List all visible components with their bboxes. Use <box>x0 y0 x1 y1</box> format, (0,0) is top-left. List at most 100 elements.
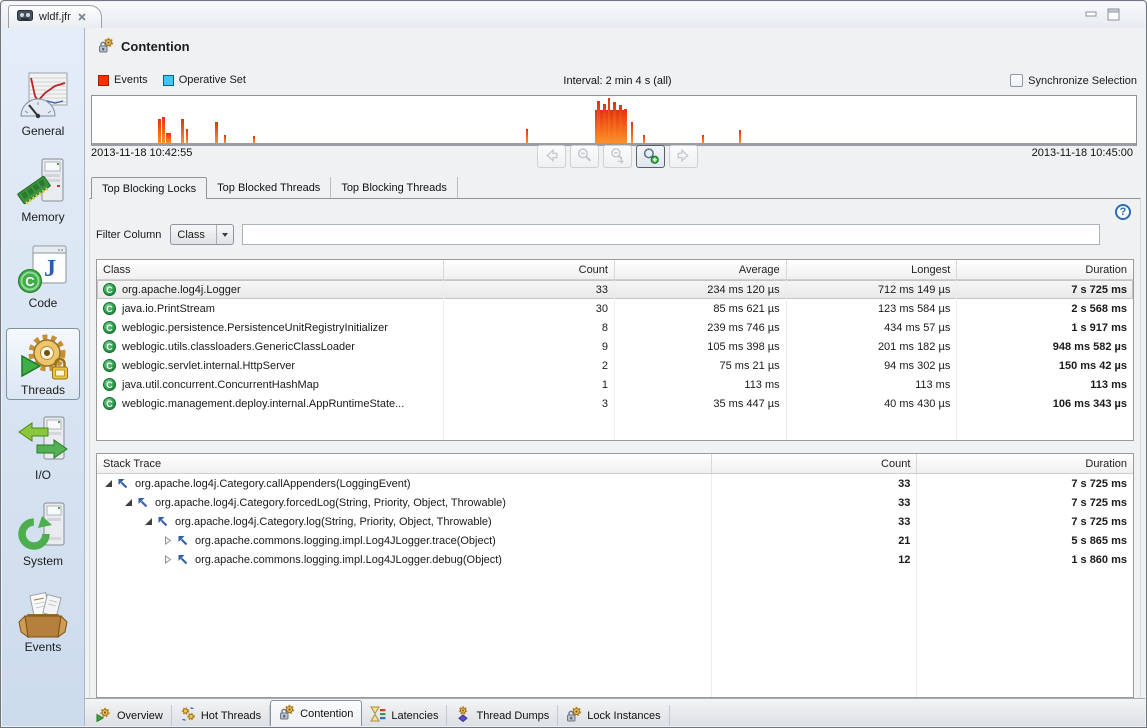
events-icon <box>17 587 69 639</box>
page-title-text: Contention <box>121 39 190 54</box>
average-cell: 85 ms 621 µs <box>615 299 787 318</box>
longest-cell: 94 ms 302 µs <box>787 356 958 375</box>
page-tab-overview[interactable]: Overview <box>88 705 172 726</box>
column-header-count[interactable]: Count <box>444 260 615 279</box>
table-row[interactable]: Cjava.util.concurrent.ConcurrentHashMap … <box>97 375 1133 394</box>
table-row[interactable]: Cweblogic.utils.classloaders.GenericClas… <box>97 337 1133 356</box>
stack-trace-row[interactable]: org.apache.commons.logging.impl.Log4JLog… <box>97 550 1133 569</box>
page-tab-label: Lock Instances <box>587 710 660 722</box>
tab[interactable]: Top Blocked Threads <box>207 177 331 198</box>
sidebar-item-label: Events <box>25 640 62 654</box>
sidebar: General Memory JC Code Threads I/O Syste… <box>2 28 85 726</box>
sidebar-item-system[interactable]: System <box>6 500 80 572</box>
duration-cell: 948 ms 582 µs <box>957 337 1133 356</box>
table-row[interactable]: Cweblogic.servlet.internal.HttpServer 2 … <box>97 356 1133 375</box>
stack-frame-icon <box>117 478 128 489</box>
timeline-chart[interactable] <box>91 95 1137 146</box>
tree-toggle[interactable] <box>103 479 113 488</box>
sidebar-item-code[interactable]: JC Code <box>6 242 80 314</box>
editor-tab-bar: wldf.jfr <box>2 2 1145 29</box>
filter-input[interactable] <box>242 224 1100 245</box>
page-tab-lock-instances[interactable]: Lock Instances <box>558 705 669 726</box>
page-tab-thread-dumps[interactable]: Thread Dumps <box>447 705 558 726</box>
class-name: weblogic.servlet.internal.HttpServer <box>122 360 295 372</box>
editor-tab-wldf[interactable]: wldf.jfr <box>8 5 102 28</box>
stack-frame-icon <box>157 516 168 527</box>
flight-recorder-icon <box>17 10 33 21</box>
table-row[interactable]: Corg.apache.log4j.Logger 33 234 ms 120 µ… <box>97 280 1133 299</box>
zoom-selection-icon <box>609 147 626 164</box>
back-button[interactable] <box>537 145 566 168</box>
duration-cell: 7 s 725 ms <box>957 280 1133 299</box>
tree-toggle[interactable] <box>163 555 173 564</box>
zoom-selection-button[interactable] <box>603 145 632 168</box>
column-header-average[interactable]: Average <box>615 260 787 279</box>
table-row[interactable]: Cweblogic.persistence.PersistenceUnitReg… <box>97 318 1133 337</box>
event-spike <box>526 129 528 143</box>
sidebar-item-events[interactable]: Events <box>6 586 80 658</box>
table-row[interactable]: Cjava.io.PrintStream 30 85 ms 621 µs 123… <box>97 299 1133 318</box>
forward-arrow-icon <box>675 147 692 164</box>
tree-toggle[interactable] <box>143 517 153 526</box>
tree-toggle[interactable] <box>163 536 173 545</box>
event-spike <box>643 135 645 143</box>
locks-table-empty-area <box>97 413 1133 440</box>
event-spike <box>739 130 741 143</box>
zoom-out-icon <box>576 147 593 164</box>
column-header-stack-trace[interactable]: Stack Trace <box>97 454 712 473</box>
stack-trace-row[interactable]: org.apache.log4j.Category.forcedLog(Stri… <box>97 493 1133 512</box>
frame-name: org.apache.commons.logging.impl.Log4JLog… <box>195 554 502 566</box>
tab[interactable]: Top Blocking Locks <box>91 177 207 199</box>
stack-trace-row[interactable]: org.apache.commons.logging.impl.Log4JLog… <box>97 531 1133 550</box>
page-tab-bar: Overview Hot Threads Contention Latencie… <box>85 698 1145 726</box>
average-cell: 35 ms 447 µs <box>615 394 787 413</box>
close-icon[interactable] <box>77 12 87 22</box>
class-name: weblogic.utils.classloaders.GenericClass… <box>122 341 355 353</box>
stack-table-empty-area <box>97 569 1133 697</box>
page-tab-hot-threads[interactable]: Hot Threads <box>172 705 270 726</box>
table-row[interactable]: Cweblogic.management.deploy.internal.App… <box>97 394 1133 413</box>
column-header-class[interactable]: Class <box>97 260 444 279</box>
zoom-out-button[interactable] <box>570 145 599 168</box>
column-header-stack-count[interactable]: Count <box>712 454 918 473</box>
sidebar-item-i-o[interactable]: I/O <box>6 414 80 486</box>
column-header-stack-duration[interactable]: Duration <box>917 454 1133 473</box>
synchronize-selection[interactable]: Synchronize Selection <box>1010 74 1137 87</box>
filter-row: Filter Column Class <box>96 224 1100 245</box>
tab[interactable]: Top Blocking Threads <box>331 177 458 198</box>
back-arrow-icon <box>543 147 560 164</box>
overview-icon <box>96 706 112 722</box>
column-header-longest[interactable]: Longest <box>787 260 958 279</box>
stack-trace-row[interactable]: org.apache.log4j.Category.callAppenders(… <box>97 474 1133 493</box>
column-header-duration[interactable]: Duration <box>957 260 1133 279</box>
stack-frame-icon <box>177 535 188 546</box>
synchronize-selection-checkbox[interactable] <box>1010 74 1023 87</box>
zoom-in-button[interactable] <box>636 145 665 168</box>
event-spike <box>253 136 255 143</box>
maximize-button[interactable] <box>1106 8 1121 21</box>
stack-count-cell: 33 <box>712 474 918 493</box>
thread-dumps-icon <box>455 706 471 722</box>
event-spike <box>603 104 606 143</box>
minimize-button[interactable] <box>1084 8 1099 21</box>
sidebar-item-memory[interactable]: Memory <box>6 156 80 228</box>
tab-label: Top Blocking Threads <box>341 182 447 194</box>
class-name: weblogic.management.deploy.internal.AppR… <box>122 398 404 410</box>
sidebar-item-general[interactable]: General <box>6 70 80 142</box>
forward-button[interactable] <box>669 145 698 168</box>
class-icon: C <box>103 321 116 334</box>
sidebar-item-threads[interactable]: Threads <box>6 328 80 400</box>
page-tab-contention[interactable]: Contention <box>270 700 362 726</box>
count-cell: 33 <box>444 280 615 299</box>
class-name: java.util.concurrent.ConcurrentHashMap <box>122 379 319 391</box>
page-tab-latencies[interactable]: Latencies <box>362 705 447 726</box>
average-cell: 239 ms 746 µs <box>615 318 787 337</box>
stack-duration-cell: 7 s 725 ms <box>917 493 1133 512</box>
filter-column-dropdown[interactable]: Class <box>170 224 234 245</box>
average-cell: 75 ms 21 µs <box>615 356 787 375</box>
tree-toggle[interactable] <box>123 498 133 507</box>
help-icon[interactable]: ? <box>1115 204 1131 220</box>
class-name: java.io.PrintStream <box>122 303 215 315</box>
stack-trace-row[interactable]: org.apache.log4j.Category.log(String, Pr… <box>97 512 1133 531</box>
latencies-icon <box>370 706 386 722</box>
